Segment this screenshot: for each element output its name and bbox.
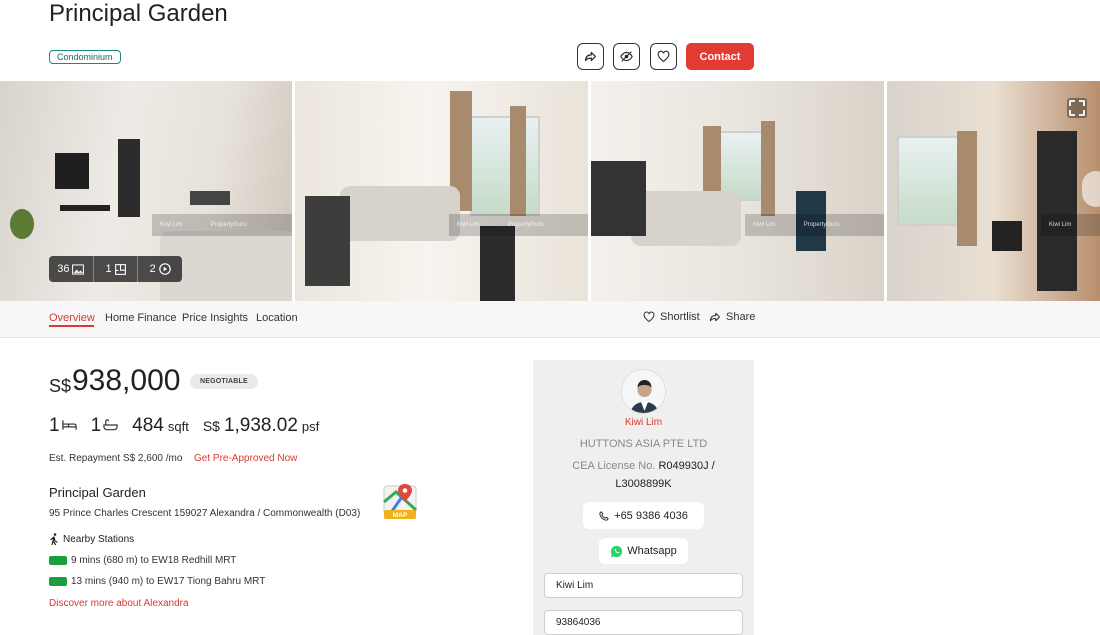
photo-watermark: Kiwi Lim PropertyGuru (745, 214, 884, 236)
estimated-repayment: Est. Repayment S$ 2,600 /mo (49, 453, 183, 464)
phone-field[interactable] (544, 610, 743, 635)
play-icon (158, 263, 171, 275)
photo-watermark: Kiwi Lim PropertyGuru (152, 214, 292, 236)
tab-price-insights[interactable]: Price Insights (182, 312, 248, 324)
share-icon (709, 312, 721, 322)
photo-watermark: Kiwi Lim PropertyGuru (449, 214, 588, 236)
floor-area-unit: sqft (167, 419, 189, 434)
share-icon (585, 51, 596, 62)
photo-watermark: Kiwi Lim (1041, 214, 1100, 236)
whatsapp-icon (611, 545, 623, 557)
agent-avatar[interactable] (621, 369, 666, 414)
eye-icon (620, 51, 633, 62)
listing-photo[interactable]: Kiwi Lim PropertyGuru (295, 81, 588, 301)
shortlist-button[interactable] (650, 43, 677, 70)
image-icon (72, 263, 85, 275)
walking-icon (50, 533, 58, 545)
floorplan-icon (114, 263, 126, 275)
property-type-badge: Condominium (49, 50, 121, 64)
map-icon[interactable]: MAP (382, 482, 418, 520)
photo-gallery[interactable]: Kiwi Lim PropertyGuru 36 1 2 Kiwi Lim Pr… (0, 81, 1100, 301)
bathroom-count: 1 (90, 415, 102, 436)
listing-specs: 1 1 484 sqft S$ 1,938.02 psf (49, 415, 319, 439)
svg-text:MAP: MAP (393, 512, 408, 519)
listing-photo[interactable]: Kiwi Lim PropertyGuru 36 1 2 (0, 81, 292, 301)
agent-card: Kiwi Lim HUTTONS ASIA PTE LTD CEA Licens… (533, 360, 754, 635)
phone-icon (599, 510, 609, 521)
tab-overview[interactable]: Overview (49, 312, 95, 324)
listing-photo[interactable]: Kiwi Lim (887, 81, 1100, 301)
active-tab-indicator (49, 325, 94, 327)
cea-license: CEA License No. R049930J / L3008899K (572, 460, 715, 490)
hide-listing-button[interactable] (613, 43, 640, 70)
tab-location[interactable]: Location (256, 312, 298, 324)
contact-button[interactable]: Contact (686, 43, 754, 70)
gallery-next-button[interactable] (1082, 171, 1100, 207)
bed-icon (61, 420, 77, 430)
psf-currency: S$ (202, 418, 220, 434)
psf-unit: psf (301, 419, 320, 434)
mrt-line-badge (49, 577, 67, 586)
shortlist-link[interactable]: Shortlist (643, 311, 700, 323)
share-button[interactable] (577, 43, 604, 70)
get-preapproved-link[interactable]: Get Pre-Approved Now (194, 453, 297, 464)
video-count[interactable]: 2 (138, 256, 182, 282)
negotiable-badge: NEGOTIABLE (190, 374, 258, 389)
agency-name: HUTTONS ASIA PTE LTD (579, 438, 708, 450)
nearby-stations-heading: Nearby Stations (49, 533, 134, 545)
mrt-line-badge (49, 556, 67, 565)
discover-neighbourhood-link[interactable]: Discover more about Alexandra (49, 598, 189, 609)
agent-name[interactable]: Kiwi Lim (533, 417, 754, 428)
tab-home-finance[interactable]: Home Finance (105, 312, 177, 324)
heart-icon (657, 50, 670, 63)
price-currency: S$ (49, 376, 72, 396)
bathtub-icon (103, 419, 118, 431)
project-name: Principal Garden (49, 485, 146, 500)
floorplan-count[interactable]: 1 (94, 256, 139, 282)
share-link[interactable]: Share (709, 311, 755, 323)
whatsapp-button[interactable]: Whatsapp (599, 538, 688, 564)
bedroom-count: 1 (49, 415, 60, 436)
call-agent-button[interactable]: +65 9386 4036 (583, 502, 704, 529)
mrt-station-item: 13 mins (940 m) to EW17 Tiong Bahru MRT (49, 576, 265, 587)
address-line: 95 Prince Charles Crescent 159027 Alexan… (49, 508, 361, 519)
listing-photo[interactable]: Kiwi Lim PropertyGuru (591, 81, 884, 301)
media-counter[interactable]: 36 1 2 (49, 256, 182, 282)
fullscreen-icon[interactable] (1067, 98, 1087, 118)
floor-area: 484 (132, 415, 164, 436)
page-title: Principal Garden (49, 0, 228, 27)
mrt-station-item: 9 mins (680 m) to EW18 Redhill MRT (49, 555, 236, 566)
price-amount: 938,000 (72, 364, 181, 397)
heart-icon (643, 311, 655, 323)
psf-value: 1,938.02 (223, 415, 298, 436)
section-tabs: Overview Home Finance Price Insights Loc… (0, 301, 1100, 338)
name-field[interactable] (544, 573, 743, 598)
photos-count[interactable]: 36 (49, 256, 94, 282)
